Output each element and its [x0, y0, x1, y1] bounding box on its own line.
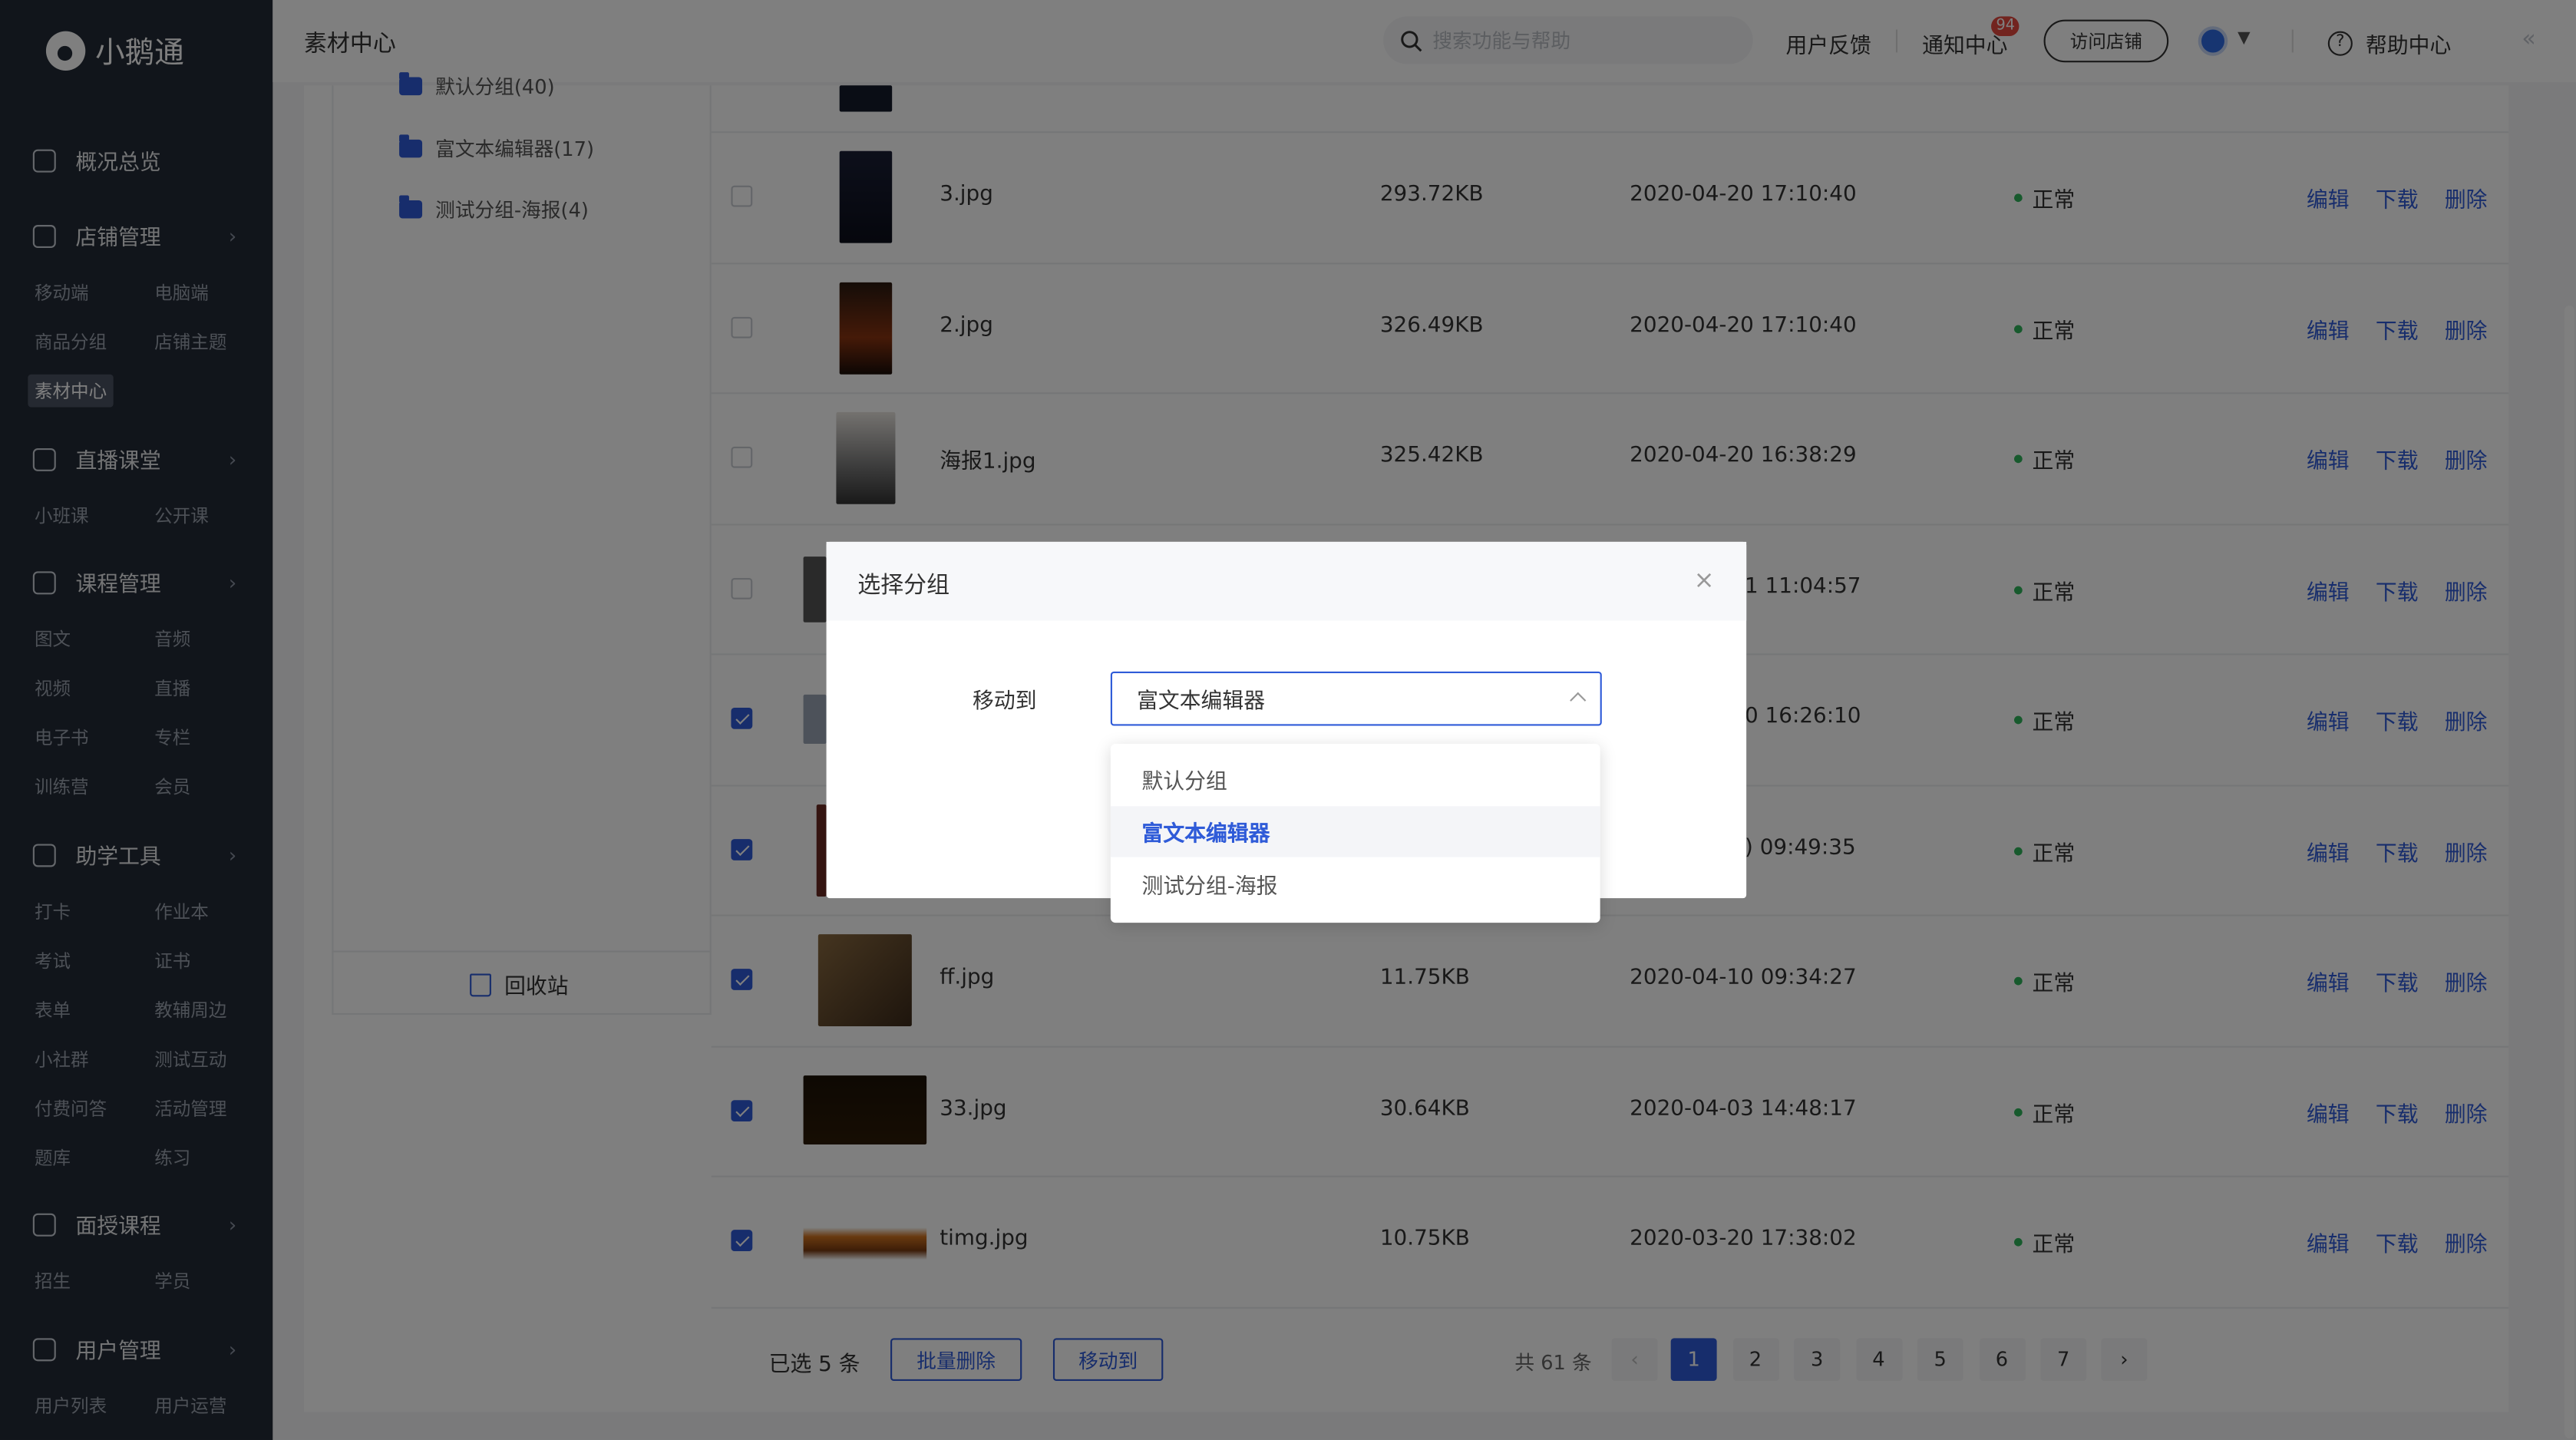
modal-header — [826, 541, 1747, 621]
dropdown-option-rich-text[interactable]: 富文本编辑器 — [1110, 806, 1600, 857]
page-scrollbar[interactable] — [2564, 305, 2574, 1438]
group-select[interactable]: 富文本编辑器 — [1110, 671, 1602, 726]
modal-title: 选择分组 — [857, 573, 950, 599]
dropdown-option-default[interactable]: 默认分组 — [1111, 754, 1600, 804]
dropdown-option-poster[interactable]: 测试分组-海报 — [1111, 859, 1600, 910]
chevron-up-icon — [1570, 692, 1587, 708]
move-to-label: 移动到 — [973, 689, 1037, 715]
group-select-value: 富文本编辑器 — [1137, 689, 1266, 715]
group-select-dropdown: 默认分组 富文本编辑器 测试分组-海报 — [1110, 744, 1600, 923]
close-icon[interactable]: × — [1694, 565, 1715, 595]
app-root: 小鹅通 概况总览店铺管理›移动端电脑端商品分组店铺主题素材中心直播课堂›小班课公… — [0, 0, 2576, 1440]
